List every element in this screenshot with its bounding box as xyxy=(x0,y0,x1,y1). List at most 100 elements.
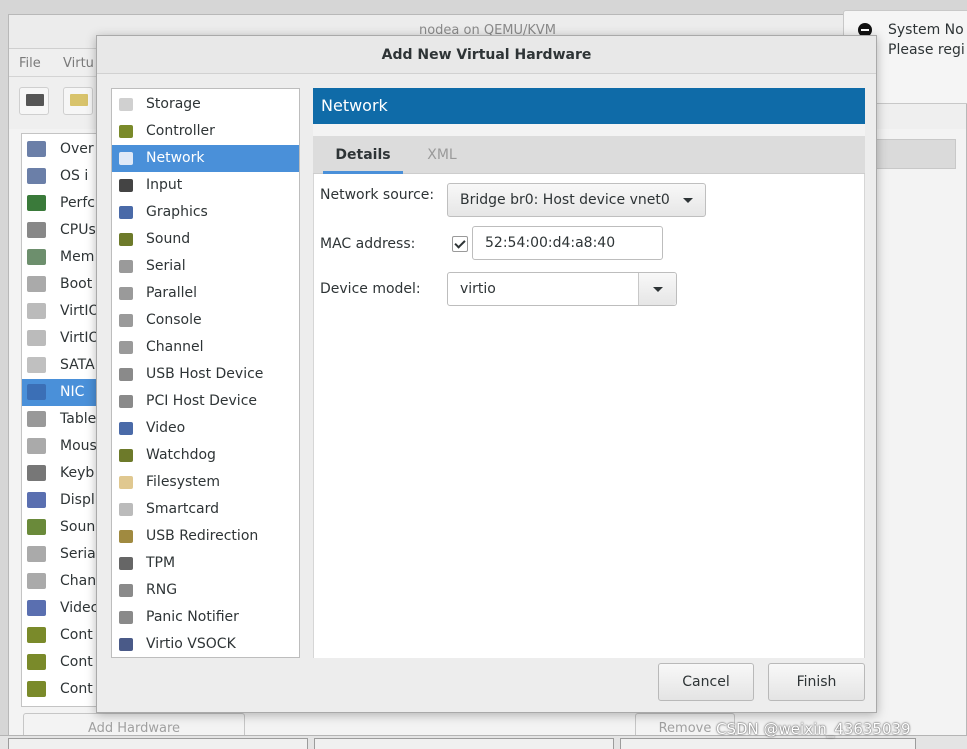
network-form: Network source: Bridge br0: Host device … xyxy=(313,174,865,658)
hardware-type-list[interactable]: Storage Controller Network Input Graphics Sou… xyxy=(111,88,300,658)
mouse-icon xyxy=(119,179,133,192)
hardware-type-channel[interactable]: Channel xyxy=(112,334,299,361)
mac-address-checkbox[interactable] xyxy=(452,236,468,252)
hardware-type-usb-redirection[interactable]: USB Redirection xyxy=(112,523,299,550)
console-port-icon xyxy=(119,314,133,327)
hardware-icon xyxy=(27,438,46,454)
hardware-type-watchdog[interactable]: Watchdog xyxy=(112,442,299,469)
hardware-type-video[interactable]: Video xyxy=(112,415,299,442)
hardware-type-label: Channel xyxy=(146,339,204,355)
hardware-type-console[interactable]: Console xyxy=(112,307,299,334)
chevron-down-icon xyxy=(683,198,693,203)
vm-hardware-item-label: Seria xyxy=(60,546,96,562)
lightbulb-icon xyxy=(70,94,88,106)
hardware-type-label: Video xyxy=(146,420,186,436)
channel-port-icon xyxy=(119,341,133,354)
notification-body: Please regi xyxy=(888,42,965,58)
vm-hardware-item-label: SATA xyxy=(60,357,95,373)
hardware-icon xyxy=(27,357,46,373)
hardware-type-virtio-vsock[interactable]: Virtio VSOCK xyxy=(112,631,299,658)
hardware-type-smartcard[interactable]: Smartcard xyxy=(112,496,299,523)
vm-hardware-item-label: Videc xyxy=(60,600,99,616)
dialog-title: Add New Virtual Hardware xyxy=(97,36,876,74)
hardware-type-label: Sound xyxy=(146,231,191,247)
watchdog-icon xyxy=(119,449,133,462)
menu-file[interactable]: File xyxy=(19,56,41,71)
monitor-icon xyxy=(26,94,44,106)
hardware-icon xyxy=(27,573,46,589)
hardware-icon xyxy=(27,546,46,562)
hardware-type-tpm[interactable]: TPM xyxy=(112,550,299,577)
hardware-type-label: Parallel xyxy=(146,285,198,301)
usb-device-icon xyxy=(119,368,133,381)
device-model-dropdown-button[interactable] xyxy=(638,273,676,305)
hardware-type-label: Virtio VSOCK xyxy=(146,636,236,652)
cancel-button[interactable]: Cancel xyxy=(658,663,754,701)
controller-icon xyxy=(119,125,133,138)
mac-address-field[interactable]: 52:54:00:d4:a8:40 xyxy=(472,226,663,260)
hardware-type-label: Filesystem xyxy=(146,474,221,490)
folder-icon xyxy=(119,476,133,489)
panic-notifier-icon xyxy=(119,611,133,624)
hardware-type-label: TPM xyxy=(146,555,176,571)
taskbar-item[interactable] xyxy=(620,738,916,749)
network-source-dropdown[interactable]: Bridge br0: Host device vnet0 xyxy=(447,183,706,217)
tpm-chip-icon xyxy=(119,557,133,570)
vm-hardware-item-label: Cont xyxy=(60,654,93,670)
network-icon xyxy=(119,152,133,165)
hardware-type-label: Serial xyxy=(146,258,186,274)
hardware-type-label: Watchdog xyxy=(146,447,216,463)
hardware-icon xyxy=(27,222,46,238)
checkmark-icon xyxy=(454,237,466,249)
parallel-port-icon xyxy=(119,287,133,300)
hardware-type-filesystem[interactable]: Filesystem xyxy=(112,469,299,496)
hardware-type-serial[interactable]: Serial xyxy=(112,253,299,280)
menu-virtual-machine[interactable]: Virtu xyxy=(63,56,94,71)
hardware-type-network[interactable]: Network xyxy=(112,145,299,172)
hardware-icon xyxy=(27,519,46,535)
show-console-button[interactable] xyxy=(19,87,49,115)
vm-hardware-item-label: Cont xyxy=(60,681,93,697)
hardware-type-controller[interactable]: Controller xyxy=(112,118,299,145)
hardware-icon xyxy=(27,330,46,346)
hardware-type-usb-host-device[interactable]: USB Host Device xyxy=(112,361,299,388)
hardware-type-label: USB Redirection xyxy=(146,528,259,544)
vsock-icon xyxy=(119,638,133,651)
hardware-type-graphics[interactable]: Graphics xyxy=(112,199,299,226)
finish-button[interactable]: Finish xyxy=(768,663,865,701)
disk-icon xyxy=(119,98,133,111)
vm-hardware-item-label: CPUs xyxy=(60,222,96,238)
vm-hardware-item-label: Boot xyxy=(60,276,93,292)
watermark: CSDN @weixin_43635039 xyxy=(716,720,911,738)
hardware-type-label: Controller xyxy=(146,123,215,139)
taskbar-item[interactable] xyxy=(314,738,614,749)
hardware-type-label: Network xyxy=(146,150,205,166)
vm-hardware-item-label: Chan xyxy=(60,573,97,589)
taskbar-item[interactable] xyxy=(8,738,308,749)
hardware-type-panic-notifier[interactable]: Panic Notifier xyxy=(112,604,299,631)
device-model-label: Device model: xyxy=(320,281,421,297)
device-model-value[interactable]: virtio xyxy=(448,273,638,305)
hardware-type-label: USB Host Device xyxy=(146,366,264,382)
vm-hardware-item-label: Soun xyxy=(60,519,96,535)
device-model-combo[interactable]: virtio xyxy=(447,272,677,306)
tab-details[interactable]: Details xyxy=(323,136,403,174)
hardware-type-parallel[interactable]: Parallel xyxy=(112,280,299,307)
hardware-type-input[interactable]: Input xyxy=(112,172,299,199)
hardware-icon xyxy=(27,627,46,643)
tab-xml[interactable]: XML xyxy=(417,136,467,174)
vm-hardware-item-label: OS i xyxy=(60,168,89,184)
hardware-type-label: PCI Host Device xyxy=(146,393,258,409)
hardware-type-sound[interactable]: Sound xyxy=(112,226,299,253)
hardware-type-storage[interactable]: Storage xyxy=(112,91,299,118)
show-details-button[interactable] xyxy=(63,87,93,115)
vm-hardware-item-label: Mem xyxy=(60,249,95,265)
rng-icon xyxy=(119,584,133,597)
hardware-icon xyxy=(27,492,46,508)
hardware-type-rng[interactable]: RNG xyxy=(112,577,299,604)
hardware-type-label: Smartcard xyxy=(146,501,220,517)
hardware-icon xyxy=(27,249,46,265)
hardware-type-pci-host-device[interactable]: PCI Host Device xyxy=(112,388,299,415)
network-source-label: Network source: xyxy=(320,187,435,203)
hardware-icon xyxy=(27,654,46,670)
